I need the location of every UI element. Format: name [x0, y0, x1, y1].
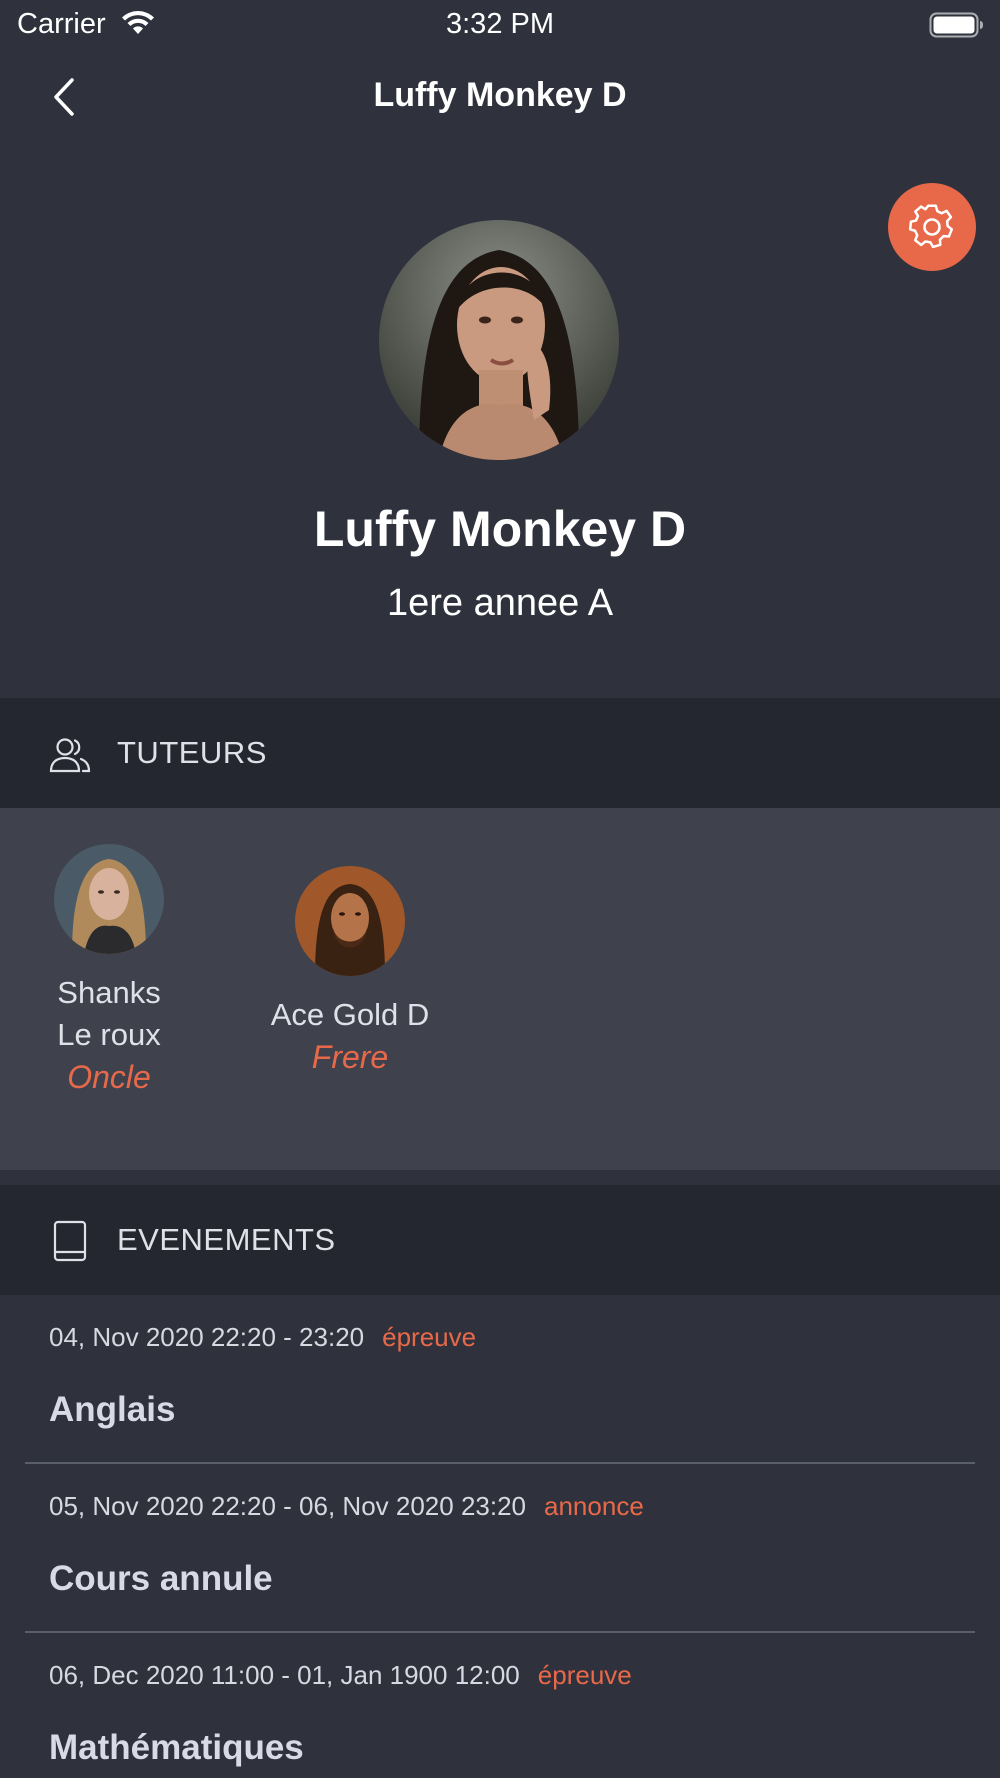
clock: 3:32 PM — [446, 8, 554, 40]
nav-title: Luffy Monkey D — [373, 76, 627, 114]
tutor-avatar — [54, 844, 164, 954]
tutor-name-line2: Le roux — [57, 1017, 161, 1052]
divider — [25, 1462, 975, 1464]
event-type: épreuve — [537, 1660, 632, 1690]
navigation-bar: Luffy Monkey D — [0, 60, 1000, 132]
battery-icon — [929, 12, 985, 46]
event-item[interactable]: 06, Dec 2020 11:00 - 01, Jan 1900 12:00 é… — [0, 1634, 1000, 1778]
tutors-panel: Shanks Le roux Oncle Ace Gold D Frere — [0, 808, 1000, 1170]
tutor-avatar — [295, 866, 405, 976]
event-meta: 06, Dec 2020 11:00 - 01, Jan 1900 12:00 é… — [49, 1660, 632, 1691]
event-title: Cours annule — [49, 1559, 273, 1598]
event-item[interactable]: 04, Nov 2020 22:20 - 23:20 épreuve Anglai… — [0, 1296, 1000, 1464]
tutor-name-line1: Shanks — [57, 975, 161, 1010]
tutor-item[interactable]: Shanks Le roux Oncle — [29, 844, 189, 1098]
tutor-name: Ace Gold D — [270, 997, 430, 1032]
event-type: annonce — [544, 1491, 644, 1521]
profile-avatar — [379, 220, 619, 460]
event-date: 05, Nov 2020 22:20 - 06, Nov 2020 23:20 — [49, 1491, 527, 1521]
events-section-header: EVENEMENTS — [0, 1185, 1000, 1295]
event-type: épreuve — [382, 1322, 477, 1352]
tutor-item[interactable]: Ace Gold D Frere — [250, 866, 450, 1078]
settings-button[interactable] — [888, 183, 976, 271]
event-title: Mathématiques — [49, 1728, 304, 1767]
tutor-relation: Frere — [311, 1039, 389, 1075]
event-meta: 05, Nov 2020 22:20 - 06, Nov 2020 23:20 a… — [49, 1491, 644, 1522]
book-icon — [53, 1220, 87, 1267]
event-date: 04, Nov 2020 22:20 - 23:20 — [49, 1322, 365, 1352]
tutor-relation: Oncle — [67, 1059, 151, 1095]
status-bar: Carrier 3:32 PM — [0, 0, 1000, 52]
event-date: 06, Dec 2020 11:00 - 01, Jan 1900 12:00 — [49, 1660, 520, 1690]
profile-class: 1ere annee A — [386, 582, 614, 624]
divider — [25, 1631, 975, 1633]
event-title: Anglais — [49, 1390, 176, 1429]
people-icon — [48, 736, 92, 779]
gear-icon — [908, 204, 954, 249]
profile-name: Luffy Monkey D — [313, 501, 687, 557]
events-section-label: EVENEMENTS — [117, 1222, 336, 1257]
tutors-section-label: TUTEURS — [117, 735, 267, 770]
event-item[interactable]: 05, Nov 2020 22:20 - 06, Nov 2020 23:20 a… — [0, 1465, 1000, 1633]
tutors-section-header: TUTEURS — [0, 698, 1000, 808]
event-meta: 04, Nov 2020 22:20 - 23:20 épreuve — [49, 1322, 476, 1353]
